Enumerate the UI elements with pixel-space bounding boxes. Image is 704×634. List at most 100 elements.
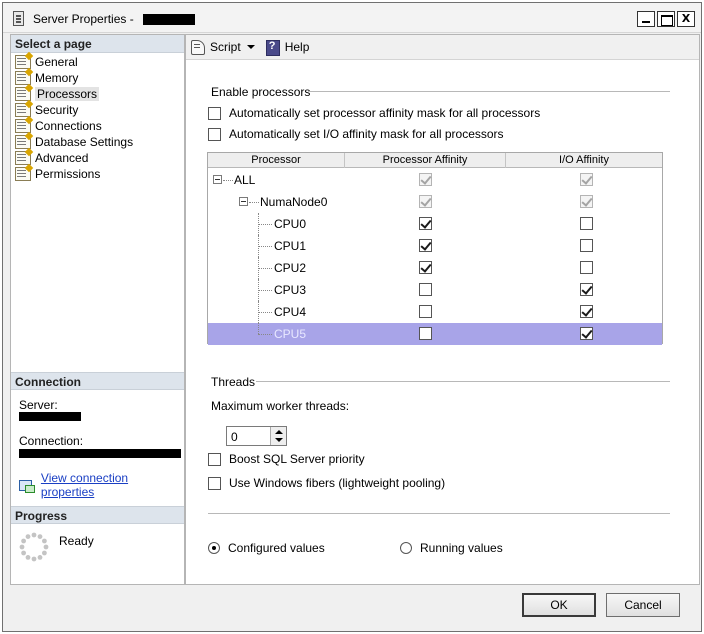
tree-line <box>258 334 272 335</box>
processor-affinity-checkbox[interactable] <box>419 305 432 318</box>
processor-affinity-checkbox[interactable] <box>419 283 432 296</box>
page-item-database-settings[interactable]: Database Settings <box>15 134 133 150</box>
page-item-advanced[interactable]: Advanced <box>15 150 88 166</box>
processor-name: CPU0 <box>274 217 307 231</box>
spinner-buttons <box>270 427 286 445</box>
processor-affinity-grid[interactable]: Processor Processor Affinity I/O Affinit… <box>207 152 663 345</box>
script-icon <box>190 39 206 55</box>
auto-io-affinity-option[interactable]: Automatically set I/O affinity mask for … <box>208 127 504 141</box>
help-book-icon <box>265 39 281 56</box>
toolbar: Script Help <box>186 35 699 60</box>
io-affinity-checkbox[interactable] <box>580 327 593 340</box>
io-affinity-checkbox <box>580 173 593 186</box>
wrench-page-icon <box>15 167 31 181</box>
processor-name: NumaNode0 <box>260 195 328 209</box>
spinner-down-icon[interactable] <box>275 438 283 442</box>
page-item-label: Connections <box>35 119 102 133</box>
left-pane: Select a page General Memory Processors … <box>10 34 185 585</box>
right-pane: Script Help Enable processors Automatica… <box>185 34 700 585</box>
tree-collapse-icon[interactable] <box>213 175 222 184</box>
processor-affinity-checkbox <box>419 195 432 208</box>
boost-priority-option[interactable]: Boost SQL Server priority <box>208 452 365 466</box>
title-bar[interactable]: Server Properties - X <box>3 3 701 33</box>
script-button[interactable]: Script <box>190 39 255 55</box>
page-item-memory[interactable]: Memory <box>15 70 78 86</box>
table-row[interactable]: CPU5 <box>208 323 662 345</box>
processor-affinity-checkbox[interactable] <box>419 261 432 274</box>
page-item-security[interactable]: Security <box>15 102 78 118</box>
windows-fibers-checkbox[interactable] <box>208 476 221 490</box>
cancel-button[interactable]: Cancel <box>606 593 680 617</box>
server-label: Server: <box>19 398 58 412</box>
window-title: Server Properties - <box>33 12 134 26</box>
io-affinity-checkbox[interactable] <box>580 283 593 296</box>
column-header-processor[interactable]: Processor <box>208 153 345 168</box>
page-item-label: Processors <box>35 87 100 101</box>
view-connection-properties-text: View connection properties <box>40 471 129 499</box>
page-item-label: Advanced <box>35 151 89 165</box>
max-worker-threads-label: Maximum worker threads: <box>211 399 350 413</box>
group-divider <box>208 513 670 514</box>
io-affinity-checkbox[interactable] <box>580 217 593 230</box>
minimize-button[interactable] <box>637 11 655 27</box>
help-button[interactable]: Help <box>265 39 310 56</box>
processor-name: CPU3 <box>274 283 307 297</box>
connection-properties-icon <box>19 478 35 493</box>
configured-values-radio[interactable] <box>208 542 220 554</box>
enable-processors-title: Enable processors <box>211 85 311 99</box>
close-button[interactable]: X <box>677 11 695 27</box>
processor-affinity-checkbox <box>419 173 432 186</box>
auto-processor-affinity-checkbox[interactable] <box>208 106 221 120</box>
redacted-server-name <box>143 14 195 25</box>
table-row[interactable]: CPU4 <box>208 301 662 323</box>
page-item-label: Permissions <box>35 167 101 181</box>
processor-affinity-checkbox[interactable] <box>419 327 432 340</box>
page-item-label: General <box>35 55 78 69</box>
processor-affinity-checkbox[interactable] <box>419 217 432 230</box>
running-values-radio[interactable] <box>400 542 412 554</box>
tree-line <box>258 268 272 269</box>
configured-values-label: Configured values <box>228 541 325 555</box>
table-row[interactable]: NumaNode0 <box>208 191 662 213</box>
io-affinity-checkbox <box>580 195 593 208</box>
processor-affinity-checkbox[interactable] <box>419 239 432 252</box>
table-row[interactable]: CPU0 <box>208 213 662 235</box>
tree-line <box>258 312 272 313</box>
boost-priority-checkbox[interactable] <box>208 452 221 466</box>
tree-line <box>258 224 272 225</box>
auto-io-affinity-checkbox[interactable] <box>208 127 221 141</box>
page-item-permissions[interactable]: Permissions <box>15 166 100 182</box>
running-values-label: Running values <box>420 541 503 555</box>
ok-button[interactable]: OK <box>522 593 596 617</box>
auto-processor-affinity-option[interactable]: Automatically set processor affinity mas… <box>208 106 540 120</box>
page-item-general[interactable]: General <box>15 54 78 70</box>
progress-spinner-icon <box>19 532 49 562</box>
tree-line <box>258 246 272 247</box>
table-row[interactable]: ALL <box>208 169 662 191</box>
column-header-io-affinity[interactable]: I/O Affinity <box>506 153 662 168</box>
io-affinity-checkbox[interactable] <box>580 305 593 318</box>
chevron-down-icon[interactable] <box>246 45 255 49</box>
select-page-header: Select a page <box>11 35 184 53</box>
running-values-option[interactable]: Running values <box>400 541 503 555</box>
maximize-button[interactable] <box>657 11 675 27</box>
spinner-up-icon[interactable] <box>275 430 283 434</box>
help-label: Help <box>284 40 310 54</box>
io-affinity-checkbox[interactable] <box>580 261 593 274</box>
view-connection-properties-link[interactable]: View connection properties <box>19 471 184 499</box>
windows-fibers-option[interactable]: Use Windows fibers (lightweight pooling) <box>208 476 445 490</box>
processor-name: CPU4 <box>274 305 307 319</box>
io-affinity-checkbox[interactable] <box>580 239 593 252</box>
table-row[interactable]: CPU1 <box>208 235 662 257</box>
redacted-server-value <box>19 412 81 421</box>
progress-status: Ready <box>59 534 94 548</box>
table-row[interactable]: CPU3 <box>208 279 662 301</box>
max-worker-threads-spinner[interactable]: 0 <box>226 426 287 446</box>
configured-values-option[interactable]: Configured values <box>208 541 325 555</box>
column-header-processor-affinity[interactable]: Processor Affinity <box>345 153 506 168</box>
group-divider <box>256 381 670 382</box>
tree-collapse-icon[interactable] <box>239 197 248 206</box>
max-worker-threads-value[interactable]: 0 <box>231 430 238 444</box>
auto-io-affinity-label: Automatically set I/O affinity mask for … <box>229 127 504 141</box>
table-row[interactable]: CPU2 <box>208 257 662 279</box>
